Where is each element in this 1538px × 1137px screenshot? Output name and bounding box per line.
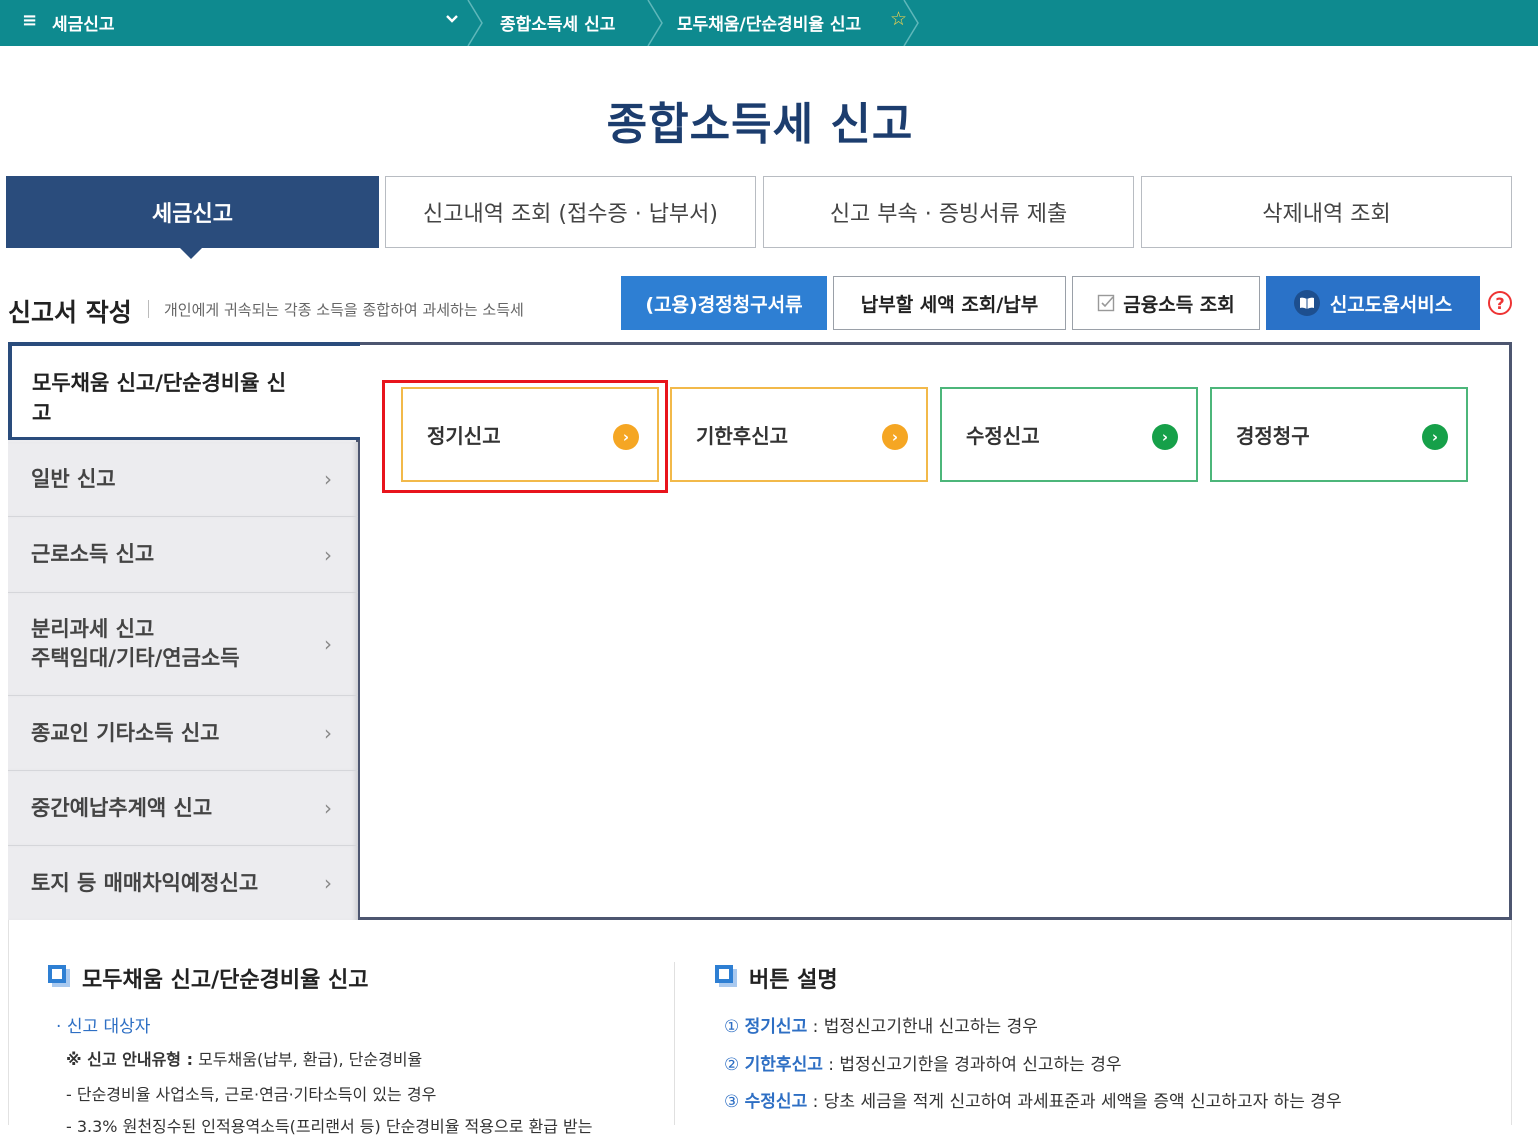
item-desc: : 법정신고기한을 경과하여 신고하는 경우	[822, 1055, 1122, 1075]
breadcrumb-separator-icon	[903, 0, 919, 46]
filing-help-service-label: 신고도움서비스	[1329, 293, 1453, 316]
left-menu-item-earned-income[interactable]: 근로소득 신고 ›	[8, 517, 358, 593]
left-menu-item-label: 중간예납추계액 신고	[31, 795, 213, 820]
left-menu-item-label: 토지 등 매매차익예정신고	[31, 870, 259, 895]
item-number: ①	[724, 1017, 740, 1037]
info-heading: 모두채움 신고/단순경비율 신고	[82, 968, 369, 993]
amended-filing-card[interactable]: 수정신고 ›	[940, 387, 1198, 482]
checkbox-icon	[1097, 294, 1115, 312]
chevron-right-icon: ›	[324, 796, 332, 820]
highlight-box	[382, 380, 668, 493]
button-help-heading: 버튼 설명	[749, 968, 838, 993]
breadcrumb-item[interactable]: 종합소득세 신고	[500, 10, 615, 35]
correction-claim-docs-button[interactable]: (고용)경정청구서류	[621, 276, 827, 330]
page-title: 종합소득세 신고	[606, 99, 914, 150]
chevron-right-icon: ›	[324, 632, 332, 656]
left-menu-item-active[interactable]: 모두채움 신고/단순경비율 신고	[8, 342, 360, 440]
chevron-right-icon: ›	[324, 721, 332, 745]
card-label: 경정청구	[1236, 424, 1310, 448]
info-detail-line: - 단순경비율 사업소득, 근로·연금·기타소득이 있는 경우	[66, 1085, 437, 1104]
tab-deletion-history[interactable]: 삭제내역 조회	[1141, 176, 1512, 248]
left-menu-active-label: 모두채움 신고/단순경비율 신고	[32, 371, 287, 425]
top-nav-bar: ≡ 세금신고 종합소득세 신고 모두채움/단순경비율 신고 ☆	[0, 0, 1538, 46]
help-icon[interactable]: ?	[1488, 291, 1512, 315]
chevron-right-icon: ›	[324, 871, 332, 895]
tax-payable-lookup-button[interactable]: 납부할 세액 조회/납부	[833, 276, 1066, 330]
breadcrumb-separator-icon	[647, 0, 663, 46]
info-note-line: ※ 신고 안내유형 : 모두채움(납부, 환급), 단순경비율	[66, 1046, 422, 1070]
item-name: 기한후신고	[744, 1055, 823, 1075]
left-menu-item-general[interactable]: 일반 신고 ›	[8, 442, 358, 517]
section-description: 개인에게 귀속되는 각종 소득을 종합하여 과세하는 소득세	[164, 301, 524, 319]
tab-tax-filing[interactable]: 세금신고	[6, 176, 379, 248]
left-menu-item-label: 종교인 기타소득 신고	[31, 720, 220, 745]
chevron-right-icon: ›	[324, 467, 332, 491]
chevron-right-icon: ›	[324, 542, 332, 567]
chevron-down-icon[interactable]	[444, 10, 460, 30]
arrow-right-circle-icon: ›	[1152, 424, 1178, 450]
divider	[674, 962, 675, 1125]
info-note-prefix: ※ 신고 안내유형 :	[66, 1050, 193, 1069]
square-bullet-icon	[715, 965, 737, 987]
filing-help-service-button[interactable]: 신고도움서비스	[1266, 276, 1480, 330]
button-help-item: ③ 수정신고 : 당초 세금을 적게 신고하여 과세표준과 세액을 증액 신고하…	[724, 1087, 1342, 1112]
financial-income-lookup-button[interactable]: 금융소득 조회	[1072, 276, 1260, 330]
info-note-text: 모두채움(납부, 환급), 단순경비율	[192, 1050, 423, 1069]
button-help-item: ① 정기신고 : 법정신고기한내 신고하는 경우	[724, 1012, 1038, 1037]
menu-icon[interactable]: ≡	[22, 10, 37, 31]
late-filing-card[interactable]: 기한후신고 ›	[670, 387, 928, 482]
left-menu-item-label: 분리과세 신고 주택임대/기타/연금소득	[31, 617, 240, 670]
breadcrumb-separator-icon	[467, 0, 483, 46]
card-label: 수정신고	[966, 424, 1040, 448]
button-help-item: ② 기한후신고 : 법정신고기한을 경과하여 신고하는 경우	[724, 1050, 1122, 1075]
left-menu-item-label: 근로소득 신고	[31, 542, 155, 566]
card-label: 기한후신고	[696, 424, 788, 448]
left-menu-item-religious[interactable]: 종교인 기타소득 신고 ›	[8, 696, 358, 771]
arrow-right-circle-icon: ›	[1422, 424, 1448, 450]
item-desc: : 당초 세금을 적게 신고하여 과세표준과 세액을 증액 신고하고자 하는 경…	[807, 1092, 1342, 1112]
section-title: 신고서 작성	[8, 298, 132, 327]
left-menu-item-interim-prepayment[interactable]: 중간예납추계액 신고 ›	[8, 771, 358, 846]
breadcrumb-current[interactable]: 모두채움/단순경비율 신고	[677, 10, 861, 35]
left-menu-item-land-sale[interactable]: 토지 등 매매차익예정신고 ›	[8, 846, 358, 920]
arrow-right-circle-icon: ›	[882, 424, 908, 450]
tab-filing-history[interactable]: 신고내역 조회 (접수증 · 납부서)	[385, 176, 756, 248]
left-menu-item-separate-tax[interactable]: 분리과세 신고 주택임대/기타/연금소득 ›	[8, 593, 358, 696]
info-target-label: 신고 대상자	[66, 1017, 151, 1037]
breadcrumb-section[interactable]: 세금신고	[52, 10, 115, 35]
tab-attachments-submit[interactable]: 신고 부속 · 증빙서류 제출	[763, 176, 1134, 248]
left-menu-item-label: 일반 신고	[31, 466, 116, 491]
item-name: 수정신고	[744, 1092, 808, 1112]
item-number: ②	[724, 1055, 740, 1075]
square-bullet-icon	[48, 965, 70, 987]
financial-income-lookup-label: 금융소득 조회	[1123, 293, 1235, 316]
item-number: ③	[724, 1092, 740, 1112]
active-tab-pointer	[180, 248, 202, 259]
correction-claim-card[interactable]: 경정청구 ›	[1210, 387, 1468, 482]
divider	[148, 300, 149, 318]
item-name: 정기신고	[744, 1017, 808, 1037]
info-target-line: · 신고 대상자	[56, 1017, 151, 1037]
item-desc: : 법정신고기한내 신고하는 경우	[807, 1017, 1038, 1037]
info-detail-line: - 3.3% 원천징수된 인적용역소득(프리랜서 등) 단순경비율 적용으로 환…	[66, 1117, 593, 1136]
book-icon	[1293, 290, 1320, 316]
